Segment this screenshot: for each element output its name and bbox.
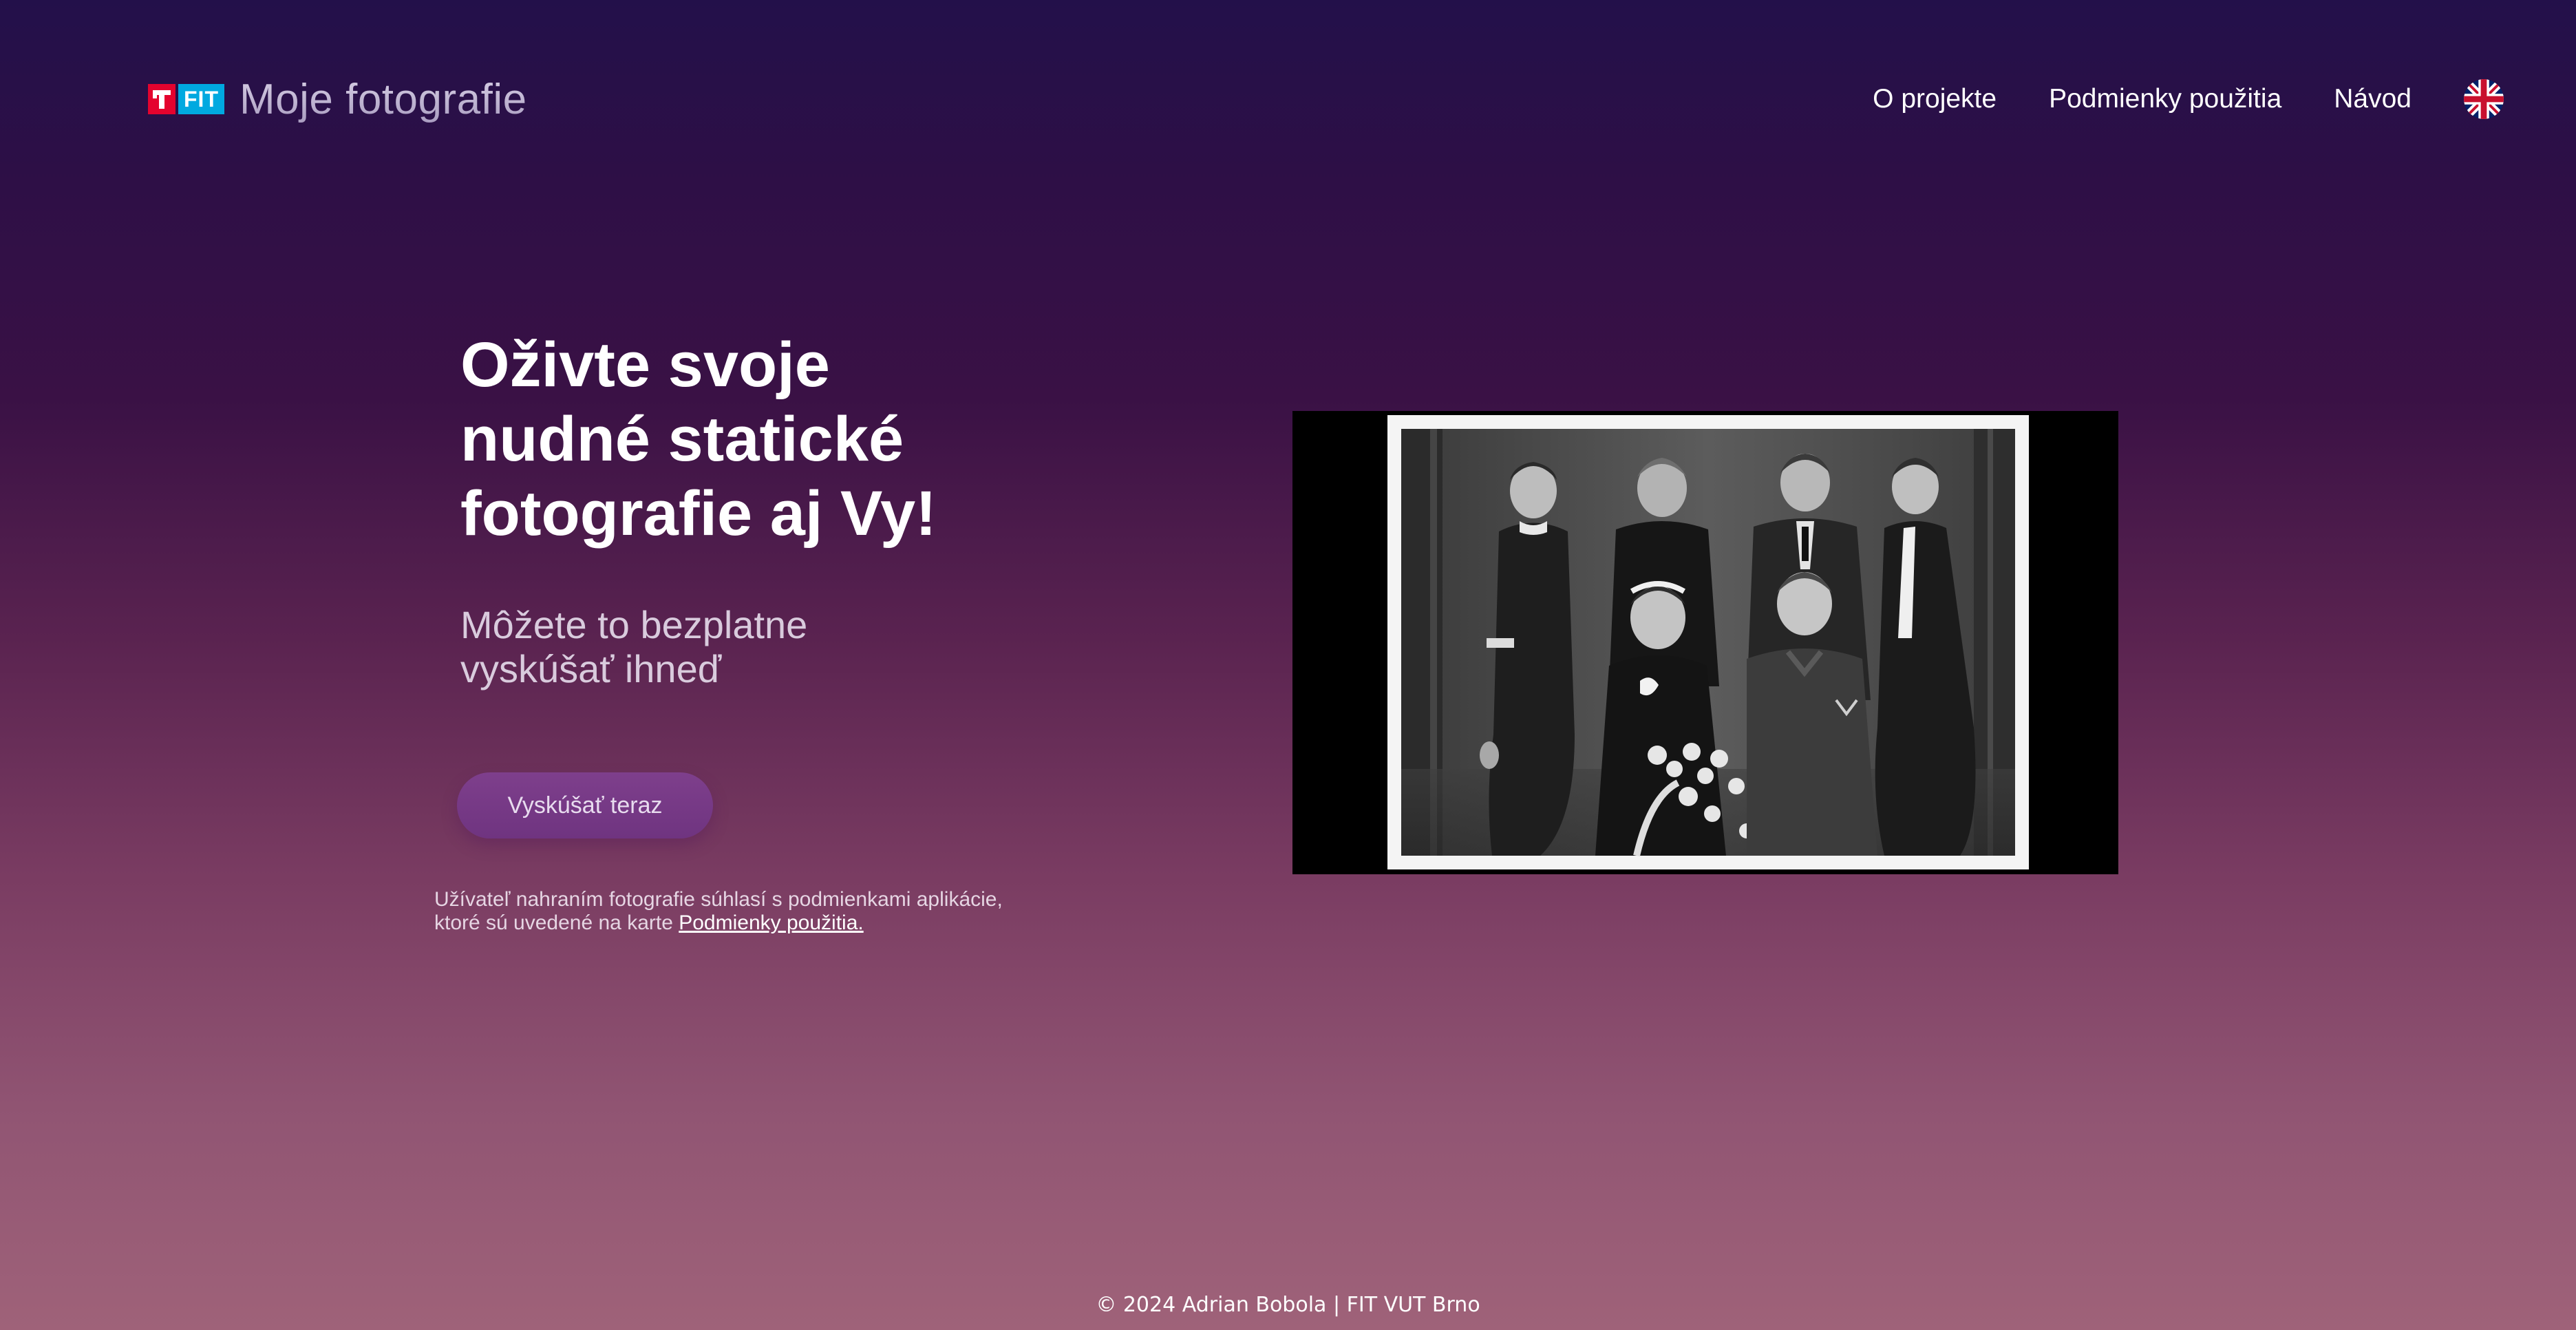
demo-photo [1292, 411, 2118, 874]
nav-about[interactable]: O projekte [1873, 84, 1997, 114]
footer-copyright: © 2024 Adrian Bobola | FIT VUT Brno [1096, 1293, 1480, 1317]
logo-link[interactable]: FIT Moje fotografie [148, 72, 527, 127]
fit-logo-text: FIT [178, 84, 224, 114]
fit-logo-t-icon [148, 84, 175, 114]
uk-flag-icon[interactable] [2464, 79, 2504, 119]
terms-notice: Užívateľ nahraním fotografie súhlasí s p… [434, 888, 1054, 935]
app-title: Moje fotografie [239, 75, 527, 123]
nav-terms[interactable]: Podmienky použitia [2049, 84, 2281, 114]
family-portrait-image [1387, 415, 2029, 869]
hero-subtitle: Môžete to bezplatne vyskúšať ihneď [460, 603, 808, 690]
try-now-button[interactable]: Vyskúšať teraz [457, 772, 713, 838]
main-nav: O projekte Podmienky použitia Návod [1873, 74, 2504, 124]
hero-title: Oživte svoje nudné statické fotografie a… [460, 330, 937, 549]
terms-notice-link[interactable]: Podmienky použitia. [679, 911, 863, 934]
nav-guide[interactable]: Návod [2334, 84, 2412, 114]
fit-logo-badge: FIT [148, 84, 224, 114]
